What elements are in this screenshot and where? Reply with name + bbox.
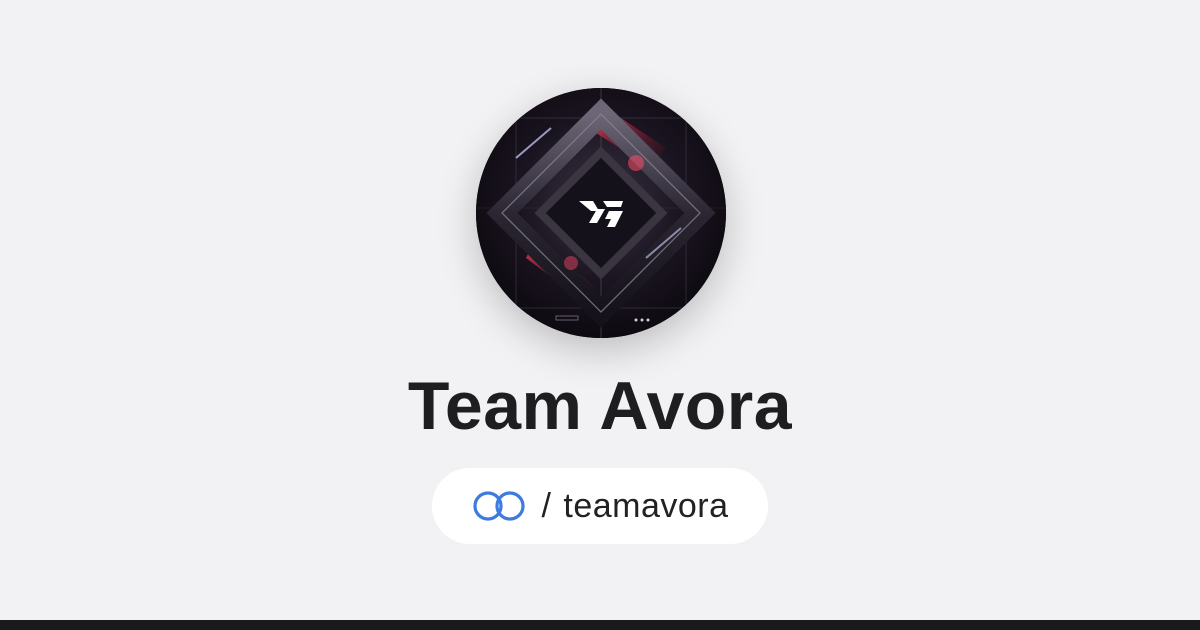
bottom-bar: [0, 620, 1200, 630]
profile-card: Team Avora / teamavora: [0, 0, 1200, 620]
profile-handle-separator: /: [541, 487, 552, 525]
profile-link-button[interactable]: / teamavora: [432, 468, 768, 544]
linked-rings-icon: [471, 489, 527, 523]
team-avatar: [476, 88, 726, 338]
team-avora-logo-icon: [476, 88, 726, 338]
profile-handle: teamavora: [563, 487, 729, 525]
profile-name: Team Avora: [407, 368, 793, 444]
